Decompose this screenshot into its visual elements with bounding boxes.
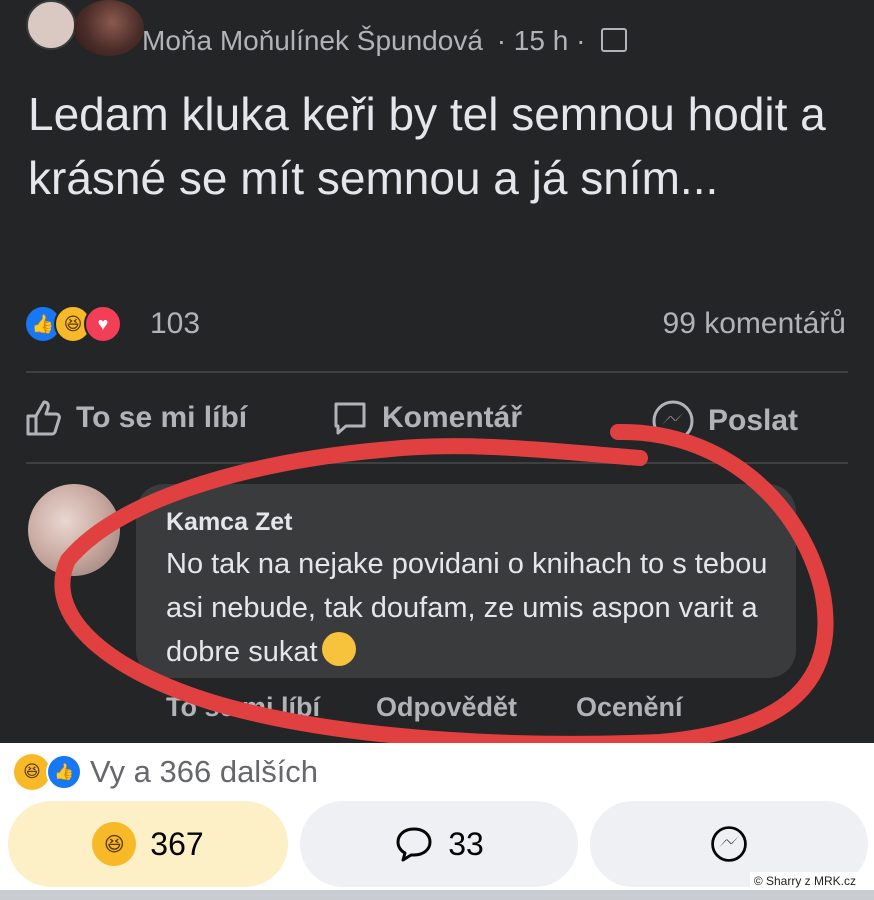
comment-button-count: 33 [448, 825, 484, 862]
bottom-bar [0, 890, 874, 900]
summary-text: Vy a 366 dalších [90, 754, 319, 789]
reaction-button-count: 367 [150, 825, 204, 862]
haha-icon: 😆 [92, 822, 137, 866]
speech-bubble-icon [396, 827, 432, 862]
dark-screenshot: Moňa Moňulínek Špundová · 15 h · Ledam k… [0, 0, 874, 743]
watermark-credit: © Sharry z MRK.cz [749, 872, 860, 890]
red-circle-annotation [54, 423, 834, 743]
messenger-icon [711, 826, 747, 862]
reaction-button[interactable]: 😆 367 [8, 801, 288, 887]
like-icon: 👍 [46, 754, 82, 790]
reaction-summary[interactable]: 😆 👍 Vy a 366 dalších [14, 752, 318, 792]
comment-count-button[interactable]: 33 [300, 801, 578, 887]
haha-icon: 😆 [14, 754, 50, 790]
